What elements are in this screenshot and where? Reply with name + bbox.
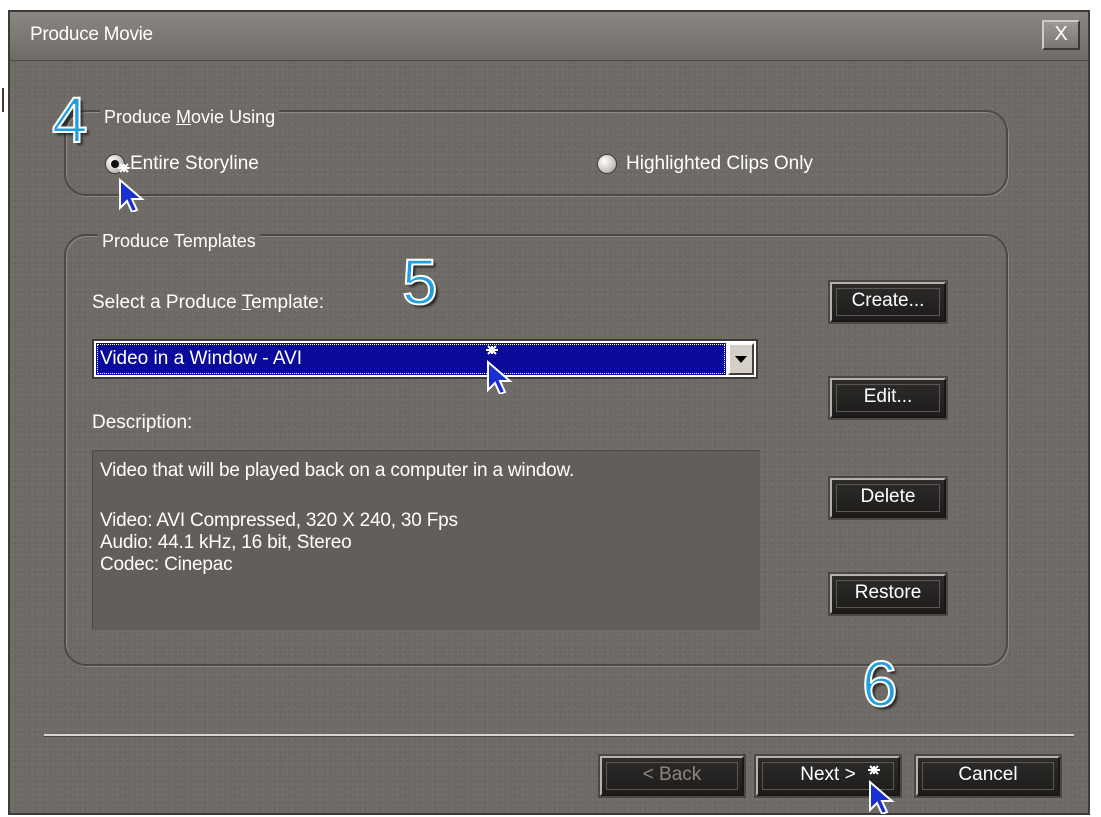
description-line: Video: AVI Compressed, 320 X 240, 30 Fps: [100, 510, 458, 531]
description-line: Video that will be played back on a comp…: [100, 460, 575, 481]
button-face: [836, 484, 940, 512]
button-face: [606, 762, 738, 790]
background-edge-mark: [2, 88, 4, 112]
back-button[interactable]: < Back: [600, 756, 744, 796]
description-label: Description:: [92, 412, 193, 433]
select-template-label: Select a Produce Template:: [92, 292, 325, 313]
restore-button[interactable]: Restore: [830, 574, 946, 614]
template-select-value[interactable]: Video in a Window - AVI: [96, 343, 726, 375]
radio-highlighted-clips-label[interactable]: Highlighted Clips Only: [626, 153, 813, 175]
description-line: Audio: 44.1 kHz, 16 bit, Stereo: [100, 532, 352, 553]
footer-separator: [44, 734, 1074, 737]
title-bar: Produce Movie X: [10, 12, 1088, 61]
dialog-title: Produce Movie: [30, 24, 153, 45]
cancel-button[interactable]: Cancel: [916, 756, 1060, 796]
produce-templates-label: Produce Templates: [98, 231, 260, 252]
produce-using-label: Produce Movie Using: [100, 107, 280, 128]
template-select[interactable]: Video in a Window - AVI: [92, 339, 758, 379]
cursor-icon: [118, 163, 145, 212]
dropdown-arrow-icon[interactable]: [728, 343, 754, 375]
step-4-annotation: 4: [51, 84, 89, 156]
cursor-icon: [868, 765, 895, 814]
button-face: [836, 288, 940, 316]
description-box: Video that will be played back on a comp…: [92, 450, 760, 630]
produce-movie-dialog: Produce Movie X Produce Movie Using Enti…: [8, 10, 1090, 815]
cursor-icon: [486, 345, 513, 394]
delete-button[interactable]: Delete: [830, 478, 946, 518]
button-face: [836, 580, 940, 608]
step-6-annotation: 6: [861, 648, 899, 720]
description-line: Codec: Cinepac: [100, 554, 233, 575]
button-face: [922, 762, 1054, 790]
step-5-annotation: 5: [401, 246, 439, 318]
create-button[interactable]: Create...: [830, 282, 946, 322]
edit-button[interactable]: Edit...: [830, 378, 946, 418]
close-button[interactable]: X: [1042, 20, 1080, 50]
button-face: [836, 384, 940, 412]
radio-highlighted-clips[interactable]: [598, 155, 616, 173]
